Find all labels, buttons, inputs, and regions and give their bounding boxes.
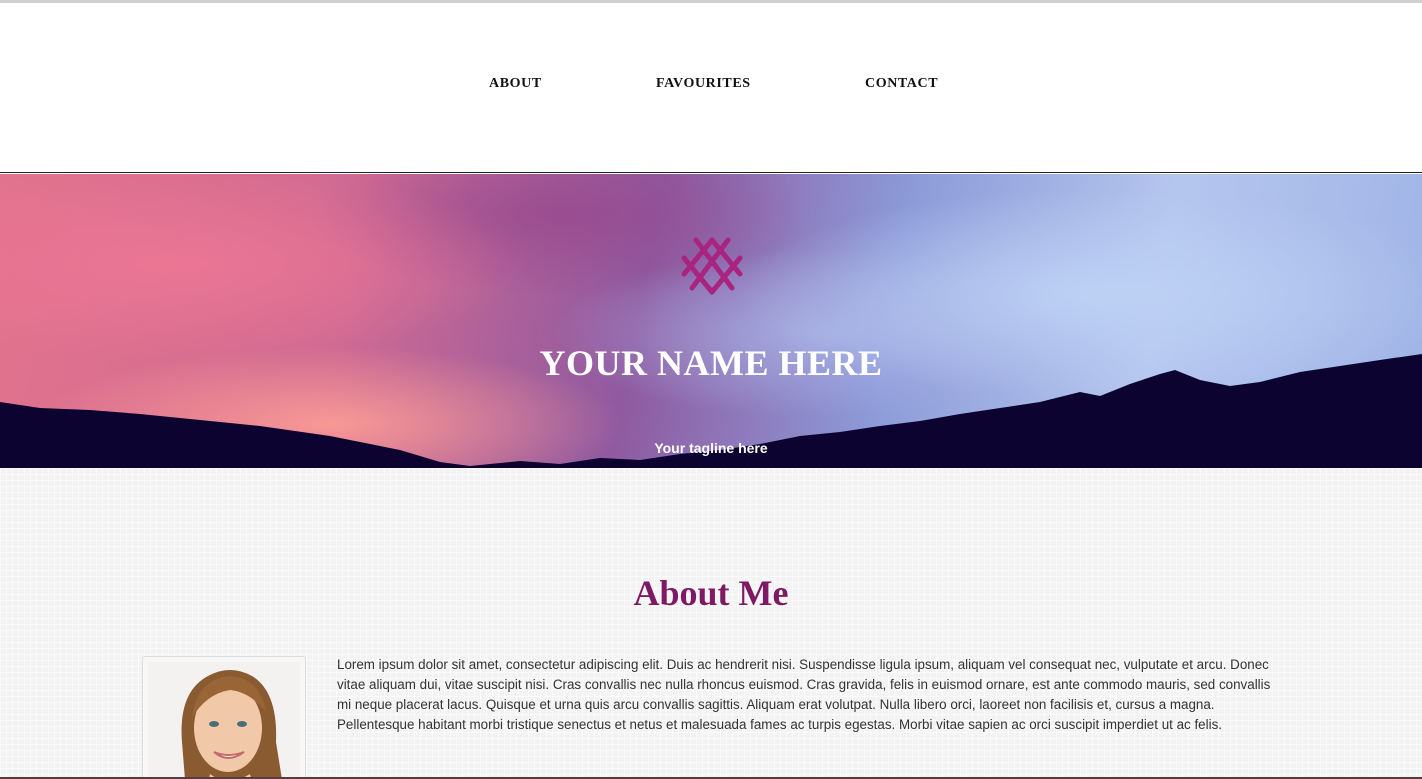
about-body-text: Lorem ipsum dolor sit amet, consectetur …: [337, 657, 1271, 732]
mountain-silhouette: [0, 354, 1422, 468]
hero-title: YOUR NAME HERE: [539, 343, 883, 383]
hero-tagline: Your tagline here: [654, 440, 768, 456]
about-section: About Me Lorem ipsum dolor sit amet, con…: [0, 468, 1422, 779]
profile-photo-frame: [142, 656, 306, 779]
crosshatch-logo-icon: [681, 237, 743, 295]
section-heading: About Me: [633, 573, 789, 613]
nav-link-favourites[interactable]: FAVOURITES: [656, 76, 751, 92]
top-navbar: ABOUT FAVOURITES CONTACT: [0, 3, 1422, 173]
nav-link-contact[interactable]: CONTACT: [865, 76, 938, 92]
hero-banner: YOUR NAME HERE Your tagline here: [0, 174, 1422, 468]
nav-link-about[interactable]: ABOUT: [489, 76, 542, 92]
profile-photo: [148, 662, 300, 779]
